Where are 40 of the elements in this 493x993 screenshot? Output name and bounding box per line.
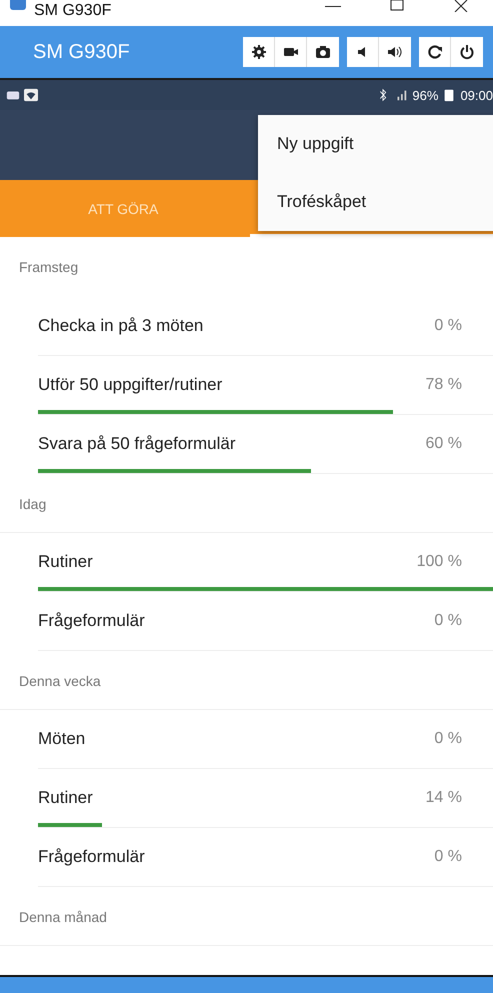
- percent-reading: 100 %: [416, 553, 462, 571]
- goal-label: Checka in på 3 möten: [38, 316, 204, 336]
- maximize-icon: [389, 0, 405, 12]
- percent-reading: 60 %: [426, 435, 462, 453]
- volume-up-icon: [387, 44, 403, 60]
- goal-label: Rutiner: [38, 552, 94, 572]
- section-header: Idag: [0, 474, 493, 533]
- menu-item[interactable]: Troféskåpet: [258, 173, 493, 231]
- goal-label: Frågeformulär: [38, 611, 146, 631]
- minimize-icon: [325, 6, 341, 7]
- device-title: SM G930F: [33, 40, 131, 64]
- goal-label: Utför 50 uppgifter/rutiner: [38, 375, 224, 395]
- refresh-icon: [426, 44, 442, 60]
- volume-down-button[interactable]: [347, 37, 379, 67]
- percent-reading: 0 %: [434, 730, 462, 748]
- section-header: Framsteg: [18, 258, 80, 277]
- refresh-button[interactable]: [419, 37, 451, 67]
- power-icon: [459, 44, 475, 60]
- percent-reading: 0 %: [434, 612, 462, 630]
- window-title: SM G930F: [34, 2, 112, 20]
- goal-label: Frågeformulär: [38, 847, 146, 867]
- section-header: Denna vecka: [0, 651, 493, 710]
- settings-button[interactable]: [243, 37, 275, 67]
- close-icon: [453, 0, 469, 12]
- percent-reading: 14 %: [426, 789, 462, 807]
- settings-icon: [250, 44, 266, 60]
- percent-reading: 0 %: [434, 848, 462, 866]
- clock: 09:00: [460, 88, 493, 102]
- wifi-icon: [24, 88, 38, 102]
- section-header: Denna månad: [0, 887, 493, 946]
- goal-label: Svara på 50 frågeformulär: [38, 434, 236, 454]
- battery-level: 96%: [412, 88, 438, 102]
- percent-reading: 78 %: [426, 376, 462, 394]
- goal-label: Rutiner: [38, 788, 94, 808]
- camera-icon: [315, 44, 331, 60]
- app-icon: [10, 0, 26, 10]
- battery-icon: [442, 88, 456, 102]
- menu-item[interactable]: Ny uppgift: [258, 115, 493, 173]
- percent-reading: 0 %: [434, 317, 462, 335]
- goal-label: Möten: [38, 729, 86, 749]
